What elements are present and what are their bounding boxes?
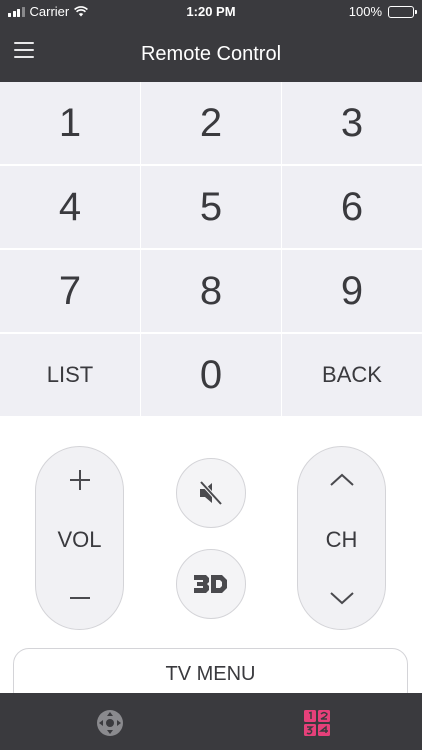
status-right: 100%: [348, 4, 417, 19]
channel-up-button[interactable]: [298, 457, 385, 503]
key-4[interactable]: 4: [0, 166, 140, 248]
3d-button[interactable]: [176, 549, 246, 619]
dpad-icon: [97, 710, 123, 736]
key-8[interactable]: 8: [141, 250, 281, 332]
volume-down-button[interactable]: [36, 575, 123, 621]
status-bar: Carrier 1:20 PM 100%: [0, 0, 422, 24]
keypad: 1 2 3 4 5 6 7 8 9 LIST 0 BACK: [0, 82, 422, 416]
channel-label: CH: [325, 527, 358, 552]
3d-icon: [194, 575, 227, 593]
list-button[interactable]: LIST: [0, 334, 140, 416]
key-1[interactable]: 1: [0, 82, 140, 164]
battery-percent: 100%: [348, 4, 382, 19]
nav-bar: Remote Control: [0, 24, 422, 82]
channel-rocker: CH: [297, 446, 386, 630]
key-7[interactable]: 7: [0, 250, 140, 332]
chevron-down-icon: [329, 592, 354, 605]
tab-dpad[interactable]: [95, 708, 125, 738]
volume-up-button[interactable]: [36, 457, 123, 503]
key-6[interactable]: 6: [282, 166, 422, 248]
key-9[interactable]: 9: [282, 250, 422, 332]
page-title: Remote Control: [140, 43, 282, 65]
tab-bar: [0, 693, 422, 750]
back-button[interactable]: BACK: [282, 334, 422, 416]
chevron-up-icon: [329, 473, 354, 486]
channel-down-button[interactable]: [298, 575, 385, 621]
battery-icon: [388, 5, 417, 18]
numpad-icon: [304, 710, 330, 736]
mute-button[interactable]: [176, 458, 246, 528]
key-0[interactable]: 0: [141, 334, 281, 416]
minus-icon: [69, 597, 90, 599]
volume-label: VOL: [57, 527, 102, 552]
plus-icon: [69, 470, 90, 490]
tab-numpad[interactable]: [302, 708, 332, 738]
volume-rocker: VOL: [35, 446, 124, 630]
key-3[interactable]: 3: [282, 82, 422, 164]
key-2[interactable]: 2: [141, 82, 281, 164]
key-5[interactable]: 5: [141, 166, 281, 248]
mute-speaker-icon: [199, 480, 223, 506]
